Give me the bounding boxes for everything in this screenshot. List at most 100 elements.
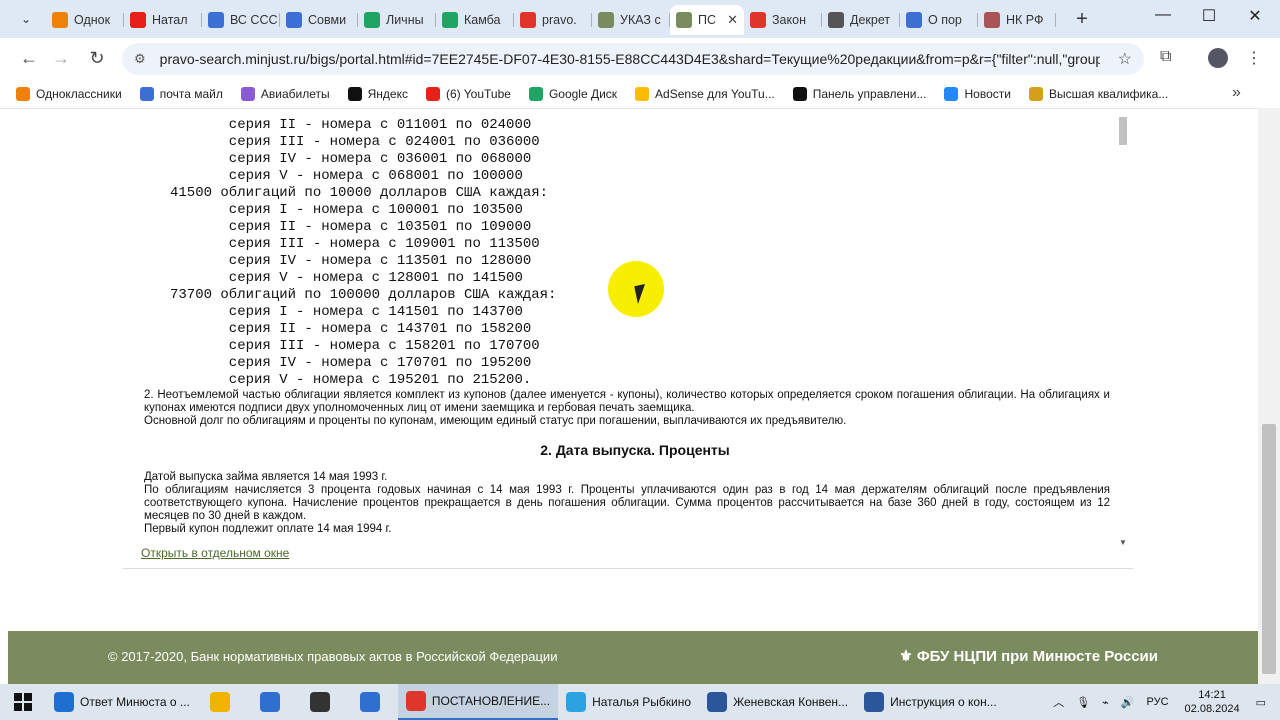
forward-button[interactable]: → — [50, 48, 72, 69]
taskbar-item-label: Ответ Минюста о ... — [80, 695, 190, 709]
bookmark-star-icon[interactable]: ☆ — [1118, 49, 1132, 69]
tray-overflow-icon[interactable]: ︿ — [1053, 694, 1064, 710]
bookmark-favicon-icon — [944, 87, 959, 101]
web-icon — [828, 12, 844, 28]
taskbar-item[interactable] — [248, 684, 298, 720]
web-icon — [984, 12, 1000, 28]
taskbar-item-label: ПОСТАНОВЛЕНИЕ... — [431, 694, 551, 708]
footer-org-name[interactable]: ⚜ ФБУ НЦПИ при Минюсте России — [899, 647, 1158, 665]
tab-label: Декрет — [850, 13, 891, 27]
bookmark-item[interactable]: Google Диск — [528, 87, 618, 101]
taskbar-item-label: Инструкция о кон... — [890, 695, 997, 709]
bond-line: 73700 облигаций по 100000 долларов США к… — [170, 287, 557, 303]
new-tab-button[interactable]: + — [1072, 8, 1092, 31]
tab-label: УКАЗ с — [620, 13, 661, 27]
taskbar-item[interactable]: Ответ Минюста о ... — [46, 684, 198, 720]
bookmark-favicon-icon — [240, 87, 255, 101]
browser-tab[interactable]: УКАЗ с — [592, 5, 670, 35]
menu-icon[interactable]: ⋮ — [1246, 48, 1262, 68]
minimize-button[interactable]: — — [1140, 6, 1186, 24]
bond-line: серия III - номера с 109001 по 113500 — [170, 236, 540, 252]
taskbar-item[interactable]: Женевская Конвен... — [699, 684, 856, 720]
microphone-icon[interactable]: 🎙 — [1076, 696, 1090, 709]
bookmark-item[interactable]: Яндекс — [347, 87, 408, 101]
extensions-icon[interactable]: ⧉ — [1160, 48, 1171, 66]
maximize-button[interactable]: ☐ — [1186, 6, 1232, 26]
scroll-down-arrow-icon[interactable]: ▼ — [1119, 538, 1127, 547]
word-icon — [864, 692, 885, 712]
browser-tab[interactable]: Однок — [46, 5, 124, 35]
close-window-button[interactable]: ✕ — [1232, 6, 1278, 26]
emblem-icon — [676, 12, 692, 28]
taskbar-item[interactable]: Инструкция о кон... — [856, 684, 1005, 720]
address-bar[interactable]: ⚙ pravo-search.minjust.ru/bigs/portal.ht… — [122, 43, 1144, 75]
bookmark-item[interactable]: почта майл — [139, 87, 223, 101]
document-frame: серия II - номера с 011001 по 024000 сер… — [140, 113, 1130, 547]
bond-line: серия III - номера с 024001 по 036000 — [170, 134, 540, 150]
bookmark-item[interactable]: Панель управлени... — [792, 87, 926, 101]
chrome-icon — [405, 691, 426, 711]
notifications-icon[interactable]: ▭ — [1256, 696, 1266, 709]
bond-line: серия IV - номера с 170701 по 195200 — [170, 355, 532, 371]
taskbar-item-label: Наталья Рыбкино — [592, 695, 692, 709]
footer-org-label: ФБУ НЦПИ при Минюсте России — [916, 648, 1158, 665]
taskbar-item[interactable] — [298, 684, 348, 720]
browser-tab[interactable]: pravo. — [514, 5, 592, 35]
tab-search-button[interactable]: ⌄ — [14, 8, 38, 30]
reload-button[interactable]: ↻ — [86, 48, 108, 69]
open-in-new-window-link[interactable]: Открыть в отдельном окне — [141, 546, 289, 560]
yandex-icon — [520, 12, 536, 28]
bookmark-item[interactable]: (6) YouTube — [425, 87, 511, 101]
profile-avatar[interactable] — [1208, 48, 1228, 68]
network-icon[interactable]: ⌁ — [1102, 696, 1109, 709]
copyright-text: © 2017-2020, Банк нормативных правовых а… — [108, 649, 558, 664]
taskbar-item[interactable] — [198, 684, 248, 720]
bookmark-item[interactable]: Одноклассники — [16, 87, 122, 101]
bookmark-label: Высшая квалифика... — [1048, 87, 1169, 101]
tab-label: ВС ССС — [230, 13, 278, 27]
divider — [123, 568, 1133, 569]
bookmark-item[interactable]: Высшая квалифика... — [1028, 87, 1169, 101]
start-button[interactable] — [0, 684, 46, 720]
url-text[interactable]: pravo-search.minjust.ru/bigs/portal.html… — [160, 51, 1100, 67]
bookmark-favicon-icon — [528, 87, 543, 101]
close-tab-icon[interactable]: ✕ — [727, 12, 738, 28]
browser-tab[interactable]: ВС ССС — [202, 5, 280, 35]
tab-label: Натал — [152, 13, 188, 27]
clock[interactable]: 14:21 02.08.2024 — [1185, 688, 1240, 716]
tab-label: pravo. — [542, 13, 577, 27]
browser-tab[interactable]: Натал — [124, 5, 202, 35]
browser-tab[interactable]: Личны — [358, 5, 436, 35]
bookmark-label: Новости — [964, 87, 1011, 101]
page-scroll-thumb[interactable] — [1262, 424, 1276, 674]
tab-label: ПС — [698, 13, 717, 27]
bookmark-item[interactable]: AdSense для YouTu... — [635, 87, 775, 101]
bookmark-label: Google Диск — [548, 87, 618, 101]
browser-tab[interactable]: Совми — [280, 5, 358, 35]
browser-tab[interactable]: Камба — [436, 5, 514, 35]
browser-tab[interactable]: НК РФ — [978, 5, 1056, 35]
taskbar-item[interactable]: Наталья Рыбкино — [558, 684, 699, 720]
back-button[interactable]: ← — [18, 48, 40, 69]
language-indicator[interactable]: РУС — [1147, 696, 1169, 708]
taskbar-item[interactable]: ПОСТАНОВЛЕНИЕ... — [397, 684, 559, 720]
drive-icon — [442, 12, 458, 28]
site-info-icon[interactable]: ⚙ — [134, 51, 146, 67]
bookmark-item[interactable]: Авиабилеты — [240, 87, 330, 101]
bookmarks-overflow-icon[interactable]: » — [1232, 84, 1246, 102]
tab-label: О пор — [928, 13, 962, 27]
page-scrollbar[interactable] — [1258, 108, 1280, 684]
bond-line: серия II - номера с 103501 по 109000 — [170, 219, 532, 235]
browser-tab[interactable]: ПС ✕ — [670, 5, 744, 35]
browser-tab[interactable]: Декрет — [822, 5, 900, 35]
document-scroll-thumb[interactable] — [1119, 117, 1127, 145]
tab-strip: ⌄ Однок Натал ВС ССС Совми Личны Камба pravo. У… — [0, 0, 1280, 38]
volume-icon[interactable]: 🔊 — [1121, 696, 1135, 709]
tab-label: Камба — [464, 13, 501, 27]
taskbar-item[interactable] — [348, 684, 398, 720]
browser-tab[interactable]: О пор — [900, 5, 978, 35]
browser-tab[interactable]: Закон — [744, 5, 822, 35]
bookmark-favicon-icon — [139, 87, 154, 101]
document-scrollbar[interactable]: ▼ — [1117, 113, 1129, 547]
bookmark-item[interactable]: Новости — [944, 87, 1011, 101]
